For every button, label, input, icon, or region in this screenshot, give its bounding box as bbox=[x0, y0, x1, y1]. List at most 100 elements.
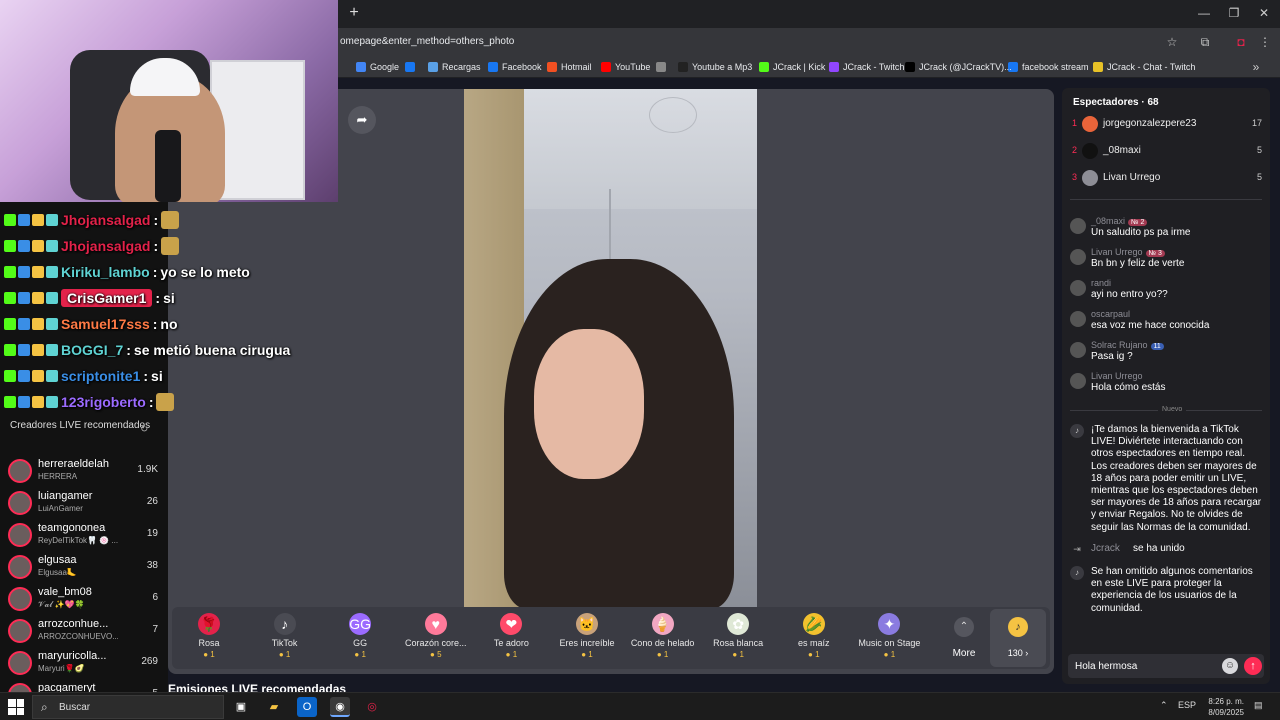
chrome-icon[interactable]: ◉ bbox=[330, 697, 350, 717]
creator-item[interactable]: herreraeldelah HERRERA 1.9K bbox=[8, 456, 158, 486]
creator-name: maryuricolla... bbox=[38, 650, 107, 662]
gift-price-value: 1 bbox=[512, 650, 518, 659]
viewer-rank-row[interactable]: 1 jorgegonzalezpere23 17 bbox=[1072, 114, 1262, 136]
share-icon[interactable]: ➦ bbox=[348, 106, 376, 134]
emoji-icon[interactable]: ☺ bbox=[1222, 658, 1238, 674]
chat-input[interactable] bbox=[1075, 658, 1215, 674]
chat-separator: : bbox=[153, 212, 159, 228]
task-view-icon[interactable]: ▣ bbox=[231, 697, 251, 717]
badge-icon bbox=[18, 292, 30, 304]
chat-username: Kiriku_lambo bbox=[61, 264, 150, 280]
gift-item[interactable]: 🌽 es maíz ● 1 bbox=[779, 613, 849, 665]
gift-name: Te adoro bbox=[493, 638, 529, 648]
bookmark-item[interactable] bbox=[405, 60, 415, 74]
refresh-icon[interactable]: ↻ bbox=[140, 424, 148, 435]
youtube-icon bbox=[601, 62, 611, 72]
chat-message: yo se lo meto bbox=[160, 264, 250, 280]
obs-icon[interactable]: ◎ bbox=[362, 697, 382, 717]
send-button[interactable]: ↑ bbox=[1244, 657, 1262, 675]
chat-badges bbox=[4, 214, 58, 226]
new-tab-button[interactable]: + bbox=[346, 5, 362, 21]
gift-name: Rosa bbox=[198, 638, 220, 648]
windows-taskbar: ⌕ Buscar ▣ ▰ O ◉ ◎ ⌃ ESP 8:26 p. m. 8/09… bbox=[0, 692, 1280, 720]
facebook-icon bbox=[405, 62, 415, 72]
bookmark-item[interactable] bbox=[656, 60, 666, 74]
join-user[interactable]: Jcrack bbox=[1091, 543, 1120, 554]
chat-separator: : bbox=[153, 238, 159, 254]
close-window-button[interactable]: ✕ bbox=[1254, 4, 1274, 22]
profile-icon[interactable]: ◘ bbox=[1233, 34, 1249, 50]
viewer-rank-row[interactable]: 2 _08maxi 5 bbox=[1072, 141, 1262, 163]
gift-name: Music on Stage bbox=[858, 638, 921, 648]
viewer-rank-row[interactable]: 3 Livan Urrego 5 bbox=[1072, 168, 1262, 190]
notifications-icon[interactable]: ▤ bbox=[1254, 700, 1263, 711]
bookmark-item[interactable]: JCrack | Kick bbox=[759, 60, 825, 74]
bookmark-label: JCrack - Twitch bbox=[843, 62, 905, 72]
creator-item[interactable]: luiangamer LuiAnGamer 26 bbox=[8, 488, 158, 518]
comment-avatar bbox=[1070, 342, 1086, 358]
bookmark-item[interactable]: Google bbox=[356, 60, 399, 74]
overlay-chat-line: Jhojansalgad : bbox=[4, 209, 180, 231]
creator-item[interactable]: vale_bm08 𝓥𝓪𝓵 ✨💖🍀 6 bbox=[8, 584, 158, 614]
creator-name: elgusaa bbox=[38, 554, 77, 566]
creator-subtitle: Maryuri🌹🥑 bbox=[38, 664, 85, 673]
creator-avatar bbox=[8, 587, 32, 611]
language-indicator[interactable]: ESP bbox=[1178, 700, 1196, 710]
gift-item[interactable]: GG GG ● 1 bbox=[325, 613, 395, 665]
bookmark-item[interactable]: Youtube a Mp3 bbox=[678, 60, 752, 74]
gift-item[interactable]: ✦ Music on Stage ● 1 bbox=[854, 613, 924, 665]
gift-bar: ✦ Music on Stage ● 1 🌽 es maíz ● 1 ✿ Rosa blanc… bbox=[172, 607, 1050, 669]
windows-start-icon[interactable] bbox=[8, 699, 24, 715]
comment-avatar bbox=[1070, 218, 1086, 234]
gift-item[interactable]: ✿ Rosa blanca ● 1 bbox=[703, 613, 773, 665]
bookmark-item[interactable]: Facebook bbox=[488, 60, 542, 74]
file-explorer-icon[interactable]: ▰ bbox=[264, 697, 284, 717]
overlay-chat-line: scriptonite1 : si bbox=[4, 365, 163, 387]
outlook-icon[interactable]: O bbox=[297, 697, 317, 717]
browser-menu-icon[interactable]: ⋮ bbox=[1257, 34, 1273, 50]
chat-message: se metió buena cirugua bbox=[133, 342, 291, 358]
gift-item[interactable]: 🍦 Cono de helado ● 1 bbox=[628, 613, 698, 665]
taskbar-search[interactable]: ⌕ Buscar bbox=[32, 695, 224, 719]
comment-user: Solrac Rujano 11 bbox=[1091, 340, 1164, 350]
coins-button[interactable]: ♪ 130 › bbox=[990, 609, 1046, 667]
creator-item[interactable]: arrozconhue... ARROZCONHUEVO... 7 bbox=[8, 616, 158, 646]
webcam-microphone bbox=[155, 130, 181, 202]
url-field[interactable]: omepage&enter_method=others_photo bbox=[340, 36, 514, 47]
bookmarks-overflow-icon[interactable]: » bbox=[1248, 59, 1264, 75]
creator-name: teamgononea bbox=[38, 522, 106, 534]
overlay-chat-line: 123rigoberto : bbox=[4, 391, 175, 413]
bookmark-item[interactable]: JCrack - Twitch bbox=[829, 60, 904, 74]
bookmark-item[interactable]: Hotmail bbox=[547, 60, 592, 74]
bookmark-item[interactable]: facebook stream bbox=[1008, 60, 1089, 74]
gift-name: Corazón core... bbox=[405, 638, 467, 648]
restore-button[interactable]: ❐ bbox=[1224, 4, 1244, 22]
clock[interactable]: 8:26 p. m. 8/09/2025 bbox=[1196, 696, 1244, 718]
live-video[interactable] bbox=[464, 89, 757, 608]
badge-icon bbox=[32, 214, 44, 226]
tray-chevron-icon[interactable]: ⌃ bbox=[1160, 700, 1168, 711]
join-text: se ha unido bbox=[1133, 543, 1185, 554]
creator-item[interactable]: maryuricolla... Maryuri🌹🥑 269 bbox=[8, 648, 158, 678]
badge-icon bbox=[4, 370, 16, 382]
comment-text: ayi no entro yo?? bbox=[1091, 289, 1168, 300]
bookmark-item[interactable]: JCrack (@JCrackTV)... bbox=[905, 60, 1012, 74]
gift-item[interactable]: 🌹 Rosa ● 1 bbox=[174, 613, 244, 665]
viewers-title[interactable]: Espectadores · 68 bbox=[1073, 97, 1159, 108]
minimize-button[interactable]: — bbox=[1194, 4, 1214, 22]
gift-price-value: 1 bbox=[588, 650, 593, 659]
gift-item[interactable]: ❤ Te adoro ● 1 bbox=[476, 613, 546, 665]
bookmark-item[interactable]: Recargas bbox=[428, 60, 481, 74]
comment-user: _08maxi № 2 bbox=[1091, 216, 1148, 226]
comment-user: oscarpaul bbox=[1091, 309, 1130, 319]
more-gifts-button[interactable]: ⌃ More bbox=[940, 613, 988, 665]
bookmark-item[interactable]: YouTube bbox=[601, 60, 650, 74]
gift-item[interactable]: 🐱 Eres increíble ● 1 bbox=[552, 613, 622, 665]
bookmark-star-icon[interactable]: ☆ bbox=[1164, 34, 1180, 50]
bookmark-item[interactable]: JCrack - Chat - Twitch bbox=[1093, 60, 1195, 74]
creator-item[interactable]: teamgononea ReyDelTikTok🦷 🍥 ... 19 bbox=[8, 520, 158, 550]
gift-item[interactable]: ♥ Corazón core... ● 5 bbox=[401, 613, 471, 665]
extensions-icon[interactable]: ⧉ bbox=[1197, 34, 1213, 50]
creator-item[interactable]: elgusaa Elgusaa🦶 38 bbox=[8, 552, 158, 582]
gift-item[interactable]: ♪ TikTok ● 1 bbox=[250, 613, 320, 665]
